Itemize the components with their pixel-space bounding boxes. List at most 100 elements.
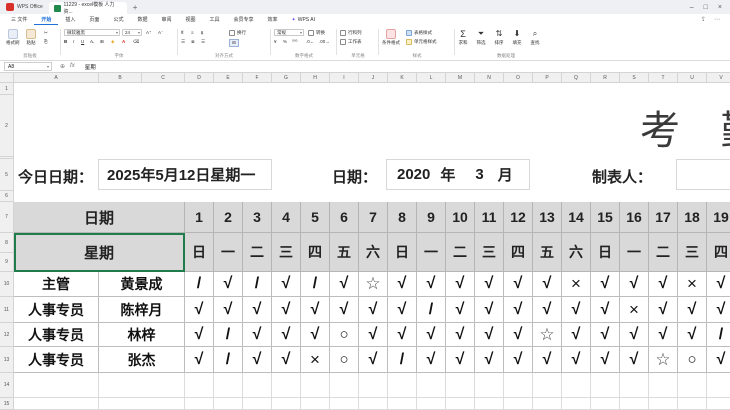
attendance-cell[interactable]: √ [388,297,417,323]
column-header-K[interactable]: K [388,73,417,83]
align-bottom-icon[interactable]: ⫫ [201,30,204,35]
column-header-V[interactable]: V [707,73,730,83]
empty-cell[interactable] [620,373,649,398]
strikethrough-icon[interactable]: A̶ [90,39,93,44]
row-header-13[interactable]: 13 [0,347,14,373]
attendance-cell[interactable]: ○ [330,323,359,347]
menu-efficiency[interactable]: 效率 [261,14,285,25]
employee-name-cell[interactable]: 陈梓月 [99,297,185,323]
empty-cell[interactable] [649,373,678,398]
row-header-1[interactable]: 1 [0,83,14,95]
attendance-cell[interactable]: √ [562,347,591,373]
attendance-cell[interactable]: × [301,347,330,373]
menu-file[interactable]: 三 文件 [4,14,34,25]
attendance-cell[interactable]: √ [620,347,649,373]
attendance-cell[interactable]: √ [272,323,301,347]
empty-cell[interactable] [359,373,388,398]
day-number-cell[interactable]: 6 [330,202,359,233]
menu-home[interactable]: 开始 [34,14,59,25]
empty-cell[interactable] [533,398,562,410]
attendance-cell[interactable]: √ [417,272,446,297]
minimize-icon[interactable]: – [690,4,694,11]
weekday-cell[interactable]: 三 [272,233,301,272]
column-header-H[interactable]: H [301,73,330,83]
day-number-cell[interactable]: 13 [533,202,562,233]
attendance-cell[interactable]: √ [243,323,272,347]
number-format-select[interactable]: 常规 [274,29,304,36]
weekday-cell[interactable]: 二 [446,233,475,272]
weekday-cell[interactable]: 六 [359,233,388,272]
attendance-cell[interactable]: / [417,297,446,323]
empty-cell[interactable] [417,398,446,410]
day-number-cell[interactable]: 7 [359,202,388,233]
attendance-cell[interactable]: √ [707,297,730,323]
attendance-cell[interactable]: √ [359,347,388,373]
row-header-8[interactable]: 8 [0,233,14,253]
attendance-cell[interactable]: √ [185,323,214,347]
attendance-cell[interactable]: √ [678,297,707,323]
empty-cell[interactable] [14,398,99,410]
empty-cell[interactable] [678,373,707,398]
empty-cell[interactable] [99,398,185,410]
empty-cell[interactable] [533,373,562,398]
attendance-cell[interactable]: × [562,272,591,297]
day-number-cell[interactable]: 4 [272,202,301,233]
weekday-cell[interactable]: 二 [649,233,678,272]
formula-input[interactable]: 星期 [85,63,96,71]
attendance-cell[interactable]: √ [504,297,533,323]
worksheet-button[interactable]: 工作表 [340,39,362,45]
empty-cell[interactable] [417,373,446,398]
decrease-decimal-icon[interactable]: .00→ [319,39,330,44]
column-header-A[interactable]: A [14,73,99,83]
column-header-B[interactable]: B [99,73,142,83]
close-icon[interactable]: × [718,4,722,11]
column-header-D[interactable]: D [185,73,214,83]
empty-cell[interactable] [272,398,301,410]
attendance-cell[interactable]: √ [591,323,620,347]
attendance-cell[interactable]: / [388,347,417,373]
empty-cell[interactable] [388,398,417,410]
font-name-select[interactable]: 微软雅黑 [64,29,120,36]
fill-button[interactable]: ⬇ 填充 [512,29,522,46]
column-header-C[interactable]: C [142,73,185,83]
day-number-cell[interactable]: 8 [388,202,417,233]
column-header-L[interactable]: L [417,73,446,83]
merge-cells-icon[interactable]: ⊟ [229,39,239,47]
day-number-cell[interactable]: 10 [446,202,475,233]
empty-cell[interactable] [620,398,649,410]
weekday-cell[interactable]: 六 [562,233,591,272]
day-number-cell[interactable]: 9 [417,202,446,233]
employee-role-cell[interactable]: 人事专员 [14,297,99,323]
percent-icon[interactable]: % [283,39,287,44]
attendance-cell[interactable]: √ [446,297,475,323]
date-header-cell[interactable]: 日期 [14,202,185,233]
weekday-cell[interactable]: 四 [301,233,330,272]
day-number-cell[interactable]: 1 [185,202,214,233]
employee-role-cell[interactable]: 主管 [14,272,99,297]
attendance-cell[interactable]: √ [707,272,730,297]
weekday-cell[interactable]: 五 [330,233,359,272]
attendance-cell[interactable]: / [185,272,214,297]
column-header-I[interactable]: I [330,73,359,83]
day-number-cell[interactable]: 16 [620,202,649,233]
attendance-cell[interactable]: / [707,323,730,347]
attendance-cell[interactable]: / [214,347,243,373]
attendance-cell[interactable]: ☆ [359,272,388,297]
day-number-cell[interactable]: 14 [562,202,591,233]
empty-cell[interactable] [446,398,475,410]
attendance-cell[interactable]: √ [301,323,330,347]
empty-cell[interactable] [99,373,185,398]
align-top-icon[interactable]: ⫪ [181,30,184,35]
more-icon[interactable]: ⋯ [714,16,720,23]
weekday-cell[interactable]: 四 [707,233,730,272]
name-box[interactable]: A8 [4,62,52,71]
attendance-cell[interactable]: × [678,272,707,297]
table-style-button[interactable]: 表格样式 [406,30,432,36]
select-all-corner[interactable] [0,73,14,83]
empty-cell[interactable] [707,398,730,410]
weekday-cell[interactable]: 一 [620,233,649,272]
attendance-cell[interactable]: √ [504,347,533,373]
format-painter-button[interactable]: 格式刷 [6,29,20,46]
empty-cell[interactable] [330,398,359,410]
attendance-cell[interactable]: √ [446,323,475,347]
